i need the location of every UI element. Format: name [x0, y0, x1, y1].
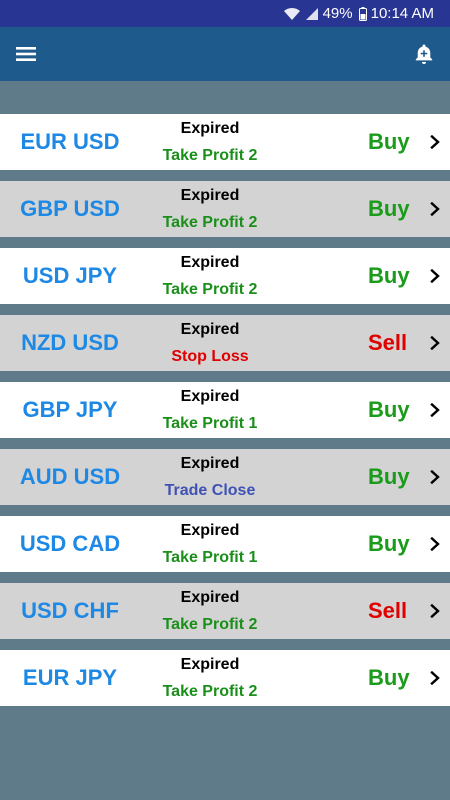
signal-list: EUR USD Expired Take Profit 2 Buy GBP USD Exp… — [0, 114, 450, 717]
signal-row[interactable]: EUR JPY Expired Take Profit 2 Buy — [0, 650, 450, 706]
currency-pair: USD CAD — [19, 531, 121, 556]
signal-result: Trade Close — [164, 482, 256, 499]
signal-action: Buy — [368, 196, 410, 221]
signal-state: Expired — [180, 656, 240, 673]
signal-state: Expired — [180, 589, 240, 606]
status-bar: 49% 10:14 AM — [0, 0, 450, 27]
signal-row[interactable]: GBP JPY Expired Take Profit 1 Buy — [0, 382, 450, 438]
currency-pair: EUR JPY — [22, 665, 118, 690]
signal-state: Expired — [180, 388, 240, 405]
signal-action: Buy — [368, 397, 410, 422]
signal-status: Expired Take Profit 2 — [140, 248, 280, 304]
currency-pair: NZD USD — [21, 330, 119, 355]
chevron-right-icon — [428, 336, 442, 350]
signal-action: Buy — [368, 665, 410, 690]
signal-action: Buy — [368, 531, 410, 556]
battery-icon — [358, 6, 367, 21]
currency-pair: USD CHF — [21, 598, 119, 623]
signal-state: Expired — [180, 522, 240, 539]
signal-state: Expired — [180, 187, 240, 204]
clock: 10:14 AM — [370, 5, 434, 22]
currency-pair: AUD USD — [19, 464, 121, 489]
signal-result: Take Profit 2 — [162, 281, 258, 298]
signal-status: Expired Take Profit 2 — [140, 114, 280, 170]
chevron-right-icon — [428, 269, 442, 283]
signal-state: Expired — [180, 120, 240, 137]
signal-row[interactable]: EUR USD Expired Take Profit 2 Buy — [0, 114, 450, 170]
chevron-right-icon — [428, 202, 442, 216]
chevron-right-icon — [428, 403, 442, 417]
currency-pair: GBP JPY — [22, 397, 118, 422]
wifi-icon — [283, 7, 301, 21]
chevron-right-icon — [428, 537, 442, 551]
notification-bell-add-icon[interactable] — [412, 42, 436, 66]
signal-result: Stop Loss — [171, 348, 249, 365]
signal-row[interactable]: AUD USD Expired Trade Close Buy — [0, 449, 450, 505]
signal-row[interactable]: NZD USD Expired Stop Loss Sell — [0, 315, 450, 371]
signal-action: Sell — [368, 330, 408, 355]
cell-signal-icon — [305, 7, 319, 21]
battery-percent: 49% — [322, 5, 353, 22]
signal-action: Buy — [368, 464, 410, 489]
signal-status: Expired Take Profit 1 — [140, 382, 280, 438]
signal-state: Expired — [180, 254, 240, 271]
chevron-right-icon — [428, 470, 442, 484]
signal-result: Take Profit 1 — [162, 549, 258, 566]
signal-action: Buy — [368, 129, 410, 154]
signal-status: Expired Trade Close — [140, 449, 280, 505]
signal-action: Buy — [368, 263, 410, 288]
signal-result: Take Profit 2 — [162, 616, 258, 633]
signal-status: Expired Take Profit 2 — [140, 181, 280, 237]
signal-row[interactable]: USD CAD Expired Take Profit 1 Buy — [0, 516, 450, 572]
signal-result: Take Profit 2 — [162, 683, 258, 700]
signal-state: Expired — [180, 321, 240, 338]
chevron-right-icon — [428, 135, 442, 149]
signal-row[interactable]: GBP USD Expired Take Profit 2 Buy — [0, 181, 450, 237]
signal-state: Expired — [180, 455, 240, 472]
app-bar — [0, 27, 450, 81]
chevron-right-icon — [428, 671, 442, 685]
currency-pair: USD JPY — [22, 263, 118, 288]
toolbar-spacer — [0, 81, 450, 114]
signal-row[interactable]: USD CHF Expired Take Profit 2 Sell — [0, 583, 450, 639]
currency-pair: GBP USD — [20, 196, 120, 221]
signal-status: Expired Take Profit 2 — [140, 583, 280, 639]
signal-row[interactable]: USD JPY Expired Take Profit 2 Buy — [0, 248, 450, 304]
chevron-right-icon — [428, 604, 442, 618]
currency-pair: EUR USD — [20, 129, 120, 154]
hamburger-menu-icon[interactable] — [14, 42, 38, 66]
signal-status: Expired Take Profit 1 — [140, 516, 280, 572]
signal-status: Expired Stop Loss — [140, 315, 280, 371]
signal-action: Sell — [368, 598, 408, 623]
signal-result: Take Profit 1 — [162, 415, 258, 432]
signal-status: Expired Take Profit 2 — [140, 650, 280, 706]
signal-result: Take Profit 2 — [162, 214, 258, 231]
signal-result: Take Profit 2 — [162, 147, 258, 164]
